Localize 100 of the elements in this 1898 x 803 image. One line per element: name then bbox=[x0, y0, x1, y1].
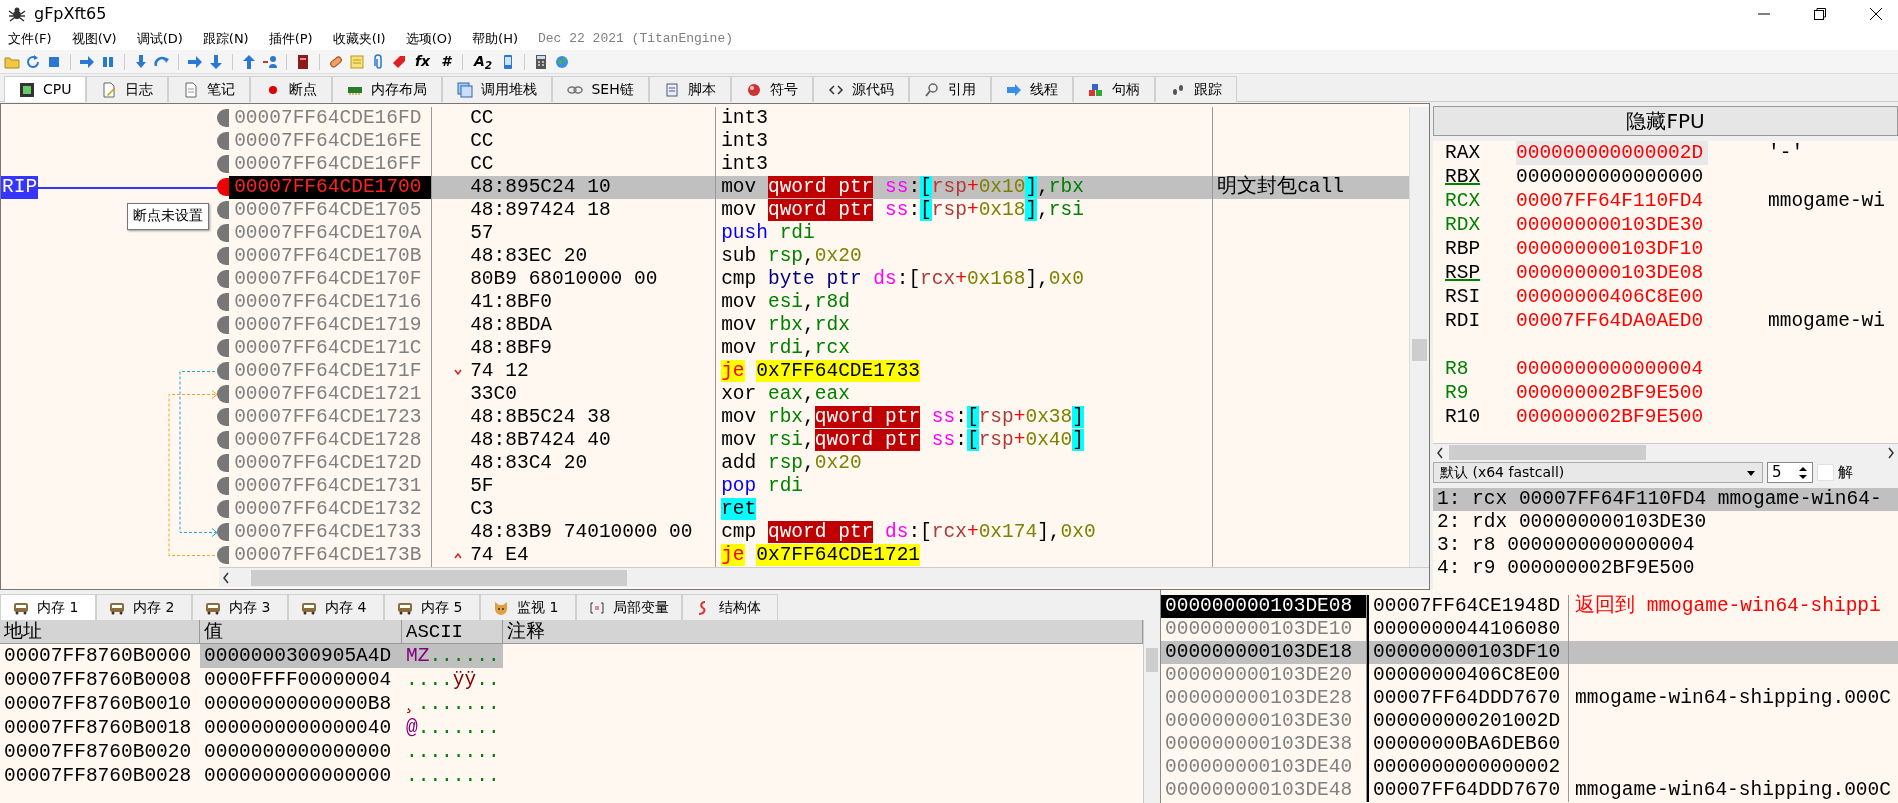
tab[interactable]: 线程 bbox=[990, 76, 1073, 102]
calling-convention-dropdown[interactable]: 默认 (x64 fastcall) bbox=[1433, 462, 1763, 483]
menu-item[interactable]: 收藏夹(I) bbox=[332, 29, 386, 49]
scrollbar-thumb[interactable] bbox=[1146, 648, 1158, 672]
menu-item[interactable]: 帮助(H) bbox=[472, 29, 518, 49]
step-into-icon[interactable] bbox=[133, 53, 149, 70]
breakpoint-marker[interactable] bbox=[217, 155, 230, 173]
breakpoint-marker[interactable] bbox=[217, 431, 230, 449]
column-header[interactable]: 值 bbox=[200, 620, 402, 644]
column-header[interactable]: 地址 bbox=[0, 620, 200, 644]
breakpoint-marker[interactable] bbox=[217, 201, 230, 219]
globe-icon[interactable] bbox=[554, 53, 571, 70]
tab[interactable]: 符号 bbox=[730, 76, 813, 102]
column-header[interactable]: ASCII bbox=[402, 620, 503, 644]
menu-item[interactable]: 文件(F) bbox=[8, 29, 52, 49]
breakpoint-marker[interactable] bbox=[217, 178, 230, 196]
breakpoint-marker[interactable] bbox=[217, 316, 230, 334]
right-arrow-icon[interactable] bbox=[187, 53, 203, 70]
column-header[interactable]: 注释 bbox=[503, 620, 1143, 644]
tab[interactable]: 局部变量 bbox=[576, 594, 682, 620]
breakpoint-marker[interactable] bbox=[217, 500, 230, 518]
unlock-checkbox[interactable] bbox=[1817, 464, 1834, 481]
register-value[interactable]: 00007FF64F110FD4 bbox=[1516, 189, 1708, 213]
register-value[interactable]: 000000000103DF10 bbox=[1516, 237, 1708, 261]
breakpoint-marker[interactable] bbox=[217, 109, 230, 127]
fpu-toggle-button[interactable]: 隐藏FPU bbox=[1433, 106, 1898, 136]
instruction-bytes: CC bbox=[470, 153, 494, 176]
breakpoint-marker[interactable] bbox=[217, 362, 230, 380]
user-arrow-icon[interactable] bbox=[262, 53, 278, 70]
tab[interactable]: 内存布局 bbox=[332, 76, 443, 102]
tab[interactable]: SEH链 bbox=[552, 76, 649, 102]
selected-row[interactable]: 000000000103DE18 000000000103DF10 bbox=[1161, 641, 1898, 664]
tab[interactable]: 笔记 bbox=[168, 76, 251, 102]
breakpoint-marker[interactable] bbox=[217, 270, 230, 288]
register-value[interactable]: 0000000000000000 bbox=[1516, 165, 1708, 189]
register-value[interactable]: 000000000103DE30 bbox=[1516, 213, 1708, 237]
argument-count-spinner[interactable]: 5 bbox=[1767, 462, 1813, 483]
tab[interactable]: 断点 bbox=[250, 76, 333, 102]
tag-icon[interactable] bbox=[391, 53, 407, 70]
breakpoint-marker[interactable] bbox=[217, 523, 230, 541]
tab[interactable]: 结构体 bbox=[682, 594, 778, 620]
tab[interactable]: CPU bbox=[4, 76, 87, 102]
scrollbar-thumb[interactable] bbox=[251, 569, 627, 586]
register-value[interactable]: 0000000000000004 bbox=[1516, 357, 1708, 381]
spider-icon bbox=[8, 5, 26, 23]
toolbar-button[interactable]: A$_{2}$ bbox=[470, 51, 496, 72]
tab[interactable]: 引用 bbox=[908, 76, 991, 102]
breakpoint-marker[interactable] bbox=[217, 132, 230, 150]
menu-item[interactable]: 跟踪(N) bbox=[202, 29, 249, 49]
register-value[interactable]: 000000000103DE08 bbox=[1516, 261, 1708, 285]
breakpoint-marker[interactable] bbox=[217, 224, 230, 242]
argument-entry[interactable]: 2: rdx 000000000103DE30 bbox=[1433, 510, 1898, 534]
tab[interactable]: 日志 bbox=[86, 76, 169, 102]
tab[interactable]: 内存 2 bbox=[96, 594, 192, 620]
tab[interactable]: 跟踪 bbox=[1154, 76, 1237, 102]
scrollbar[interactable] bbox=[1143, 620, 1160, 803]
scrollbar-thumb[interactable] bbox=[1449, 445, 1646, 461]
scrollbar[interactable] bbox=[1409, 107, 1429, 567]
menu-item[interactable]: 视图(V) bbox=[71, 29, 117, 49]
breakpoint-marker[interactable] bbox=[217, 339, 230, 357]
memory-value: 0000FFFF00000004 bbox=[203, 668, 393, 692]
play-icon[interactable] bbox=[79, 53, 95, 70]
register-value[interactable]: 00007FF64DA0AED0 bbox=[1516, 309, 1708, 333]
scrollbar[interactable] bbox=[219, 567, 1429, 587]
scrollbar-thumb[interactable] bbox=[1412, 339, 1427, 361]
tab[interactable]: 内存 5 bbox=[384, 594, 480, 620]
breakpoint-marker[interactable] bbox=[217, 247, 230, 265]
argument-entry[interactable]: 1: rcx 00007FF64F110FD4 mmogame-win64- bbox=[1433, 487, 1898, 511]
up-arrow-icon[interactable] bbox=[241, 53, 257, 70]
breakpoint-marker[interactable] bbox=[217, 477, 230, 495]
down-arrow-icon[interactable] bbox=[208, 53, 224, 70]
menu-item[interactable]: 插件(P) bbox=[268, 29, 313, 49]
close-icon[interactable] bbox=[1868, 6, 1884, 22]
tab[interactable]: 句柄 bbox=[1072, 76, 1155, 102]
argument-entry[interactable]: 4: r9 000000002BF9E500 bbox=[1433, 556, 1898, 580]
breakpoint-marker[interactable] bbox=[217, 408, 230, 426]
breakpoint-marker[interactable] bbox=[217, 385, 230, 403]
breakpoint-marker[interactable] bbox=[217, 454, 230, 472]
breakpoint-marker[interactable] bbox=[217, 546, 230, 564]
register-value[interactable]: 000000002BF9E500 bbox=[1516, 405, 1708, 429]
tab[interactable]: 监视 1 bbox=[480, 594, 576, 620]
toolbar-button[interactable]: fx bbox=[412, 51, 434, 72]
argument-entry[interactable]: 3: r8 0000000000000004 bbox=[1433, 533, 1898, 557]
restore-icon[interactable] bbox=[1812, 6, 1828, 22]
register-value[interactable]: 000000002BF9E500 bbox=[1516, 381, 1708, 405]
tab[interactable]: 调用堆栈 bbox=[442, 76, 553, 102]
menu-item[interactable]: 选项(O) bbox=[405, 29, 453, 49]
tab[interactable]: 内存 1 bbox=[0, 594, 96, 620]
selected-row[interactable]: 00007FF64CDE1700 48:895C24 10 mov qword ptr ss:[rsp+0x10],rbx 明文封包call bbox=[217, 176, 1410, 199]
memory-ascii: ........ bbox=[405, 764, 501, 788]
tab[interactable]: 脚本 bbox=[648, 76, 731, 102]
register-value[interactable]: 00000000406C8E00 bbox=[1516, 285, 1708, 309]
breakpoint-marker[interactable] bbox=[217, 293, 230, 311]
book-icon[interactable] bbox=[295, 53, 311, 70]
menu-item[interactable]: 调试(D) bbox=[136, 29, 183, 49]
toolbar-button[interactable]: # bbox=[438, 51, 454, 72]
tab[interactable]: 源代码 bbox=[812, 76, 909, 102]
tab[interactable]: 内存 4 bbox=[288, 594, 384, 620]
tab[interactable]: 内存 3 bbox=[192, 594, 288, 620]
refresh-icon[interactable] bbox=[25, 53, 41, 70]
